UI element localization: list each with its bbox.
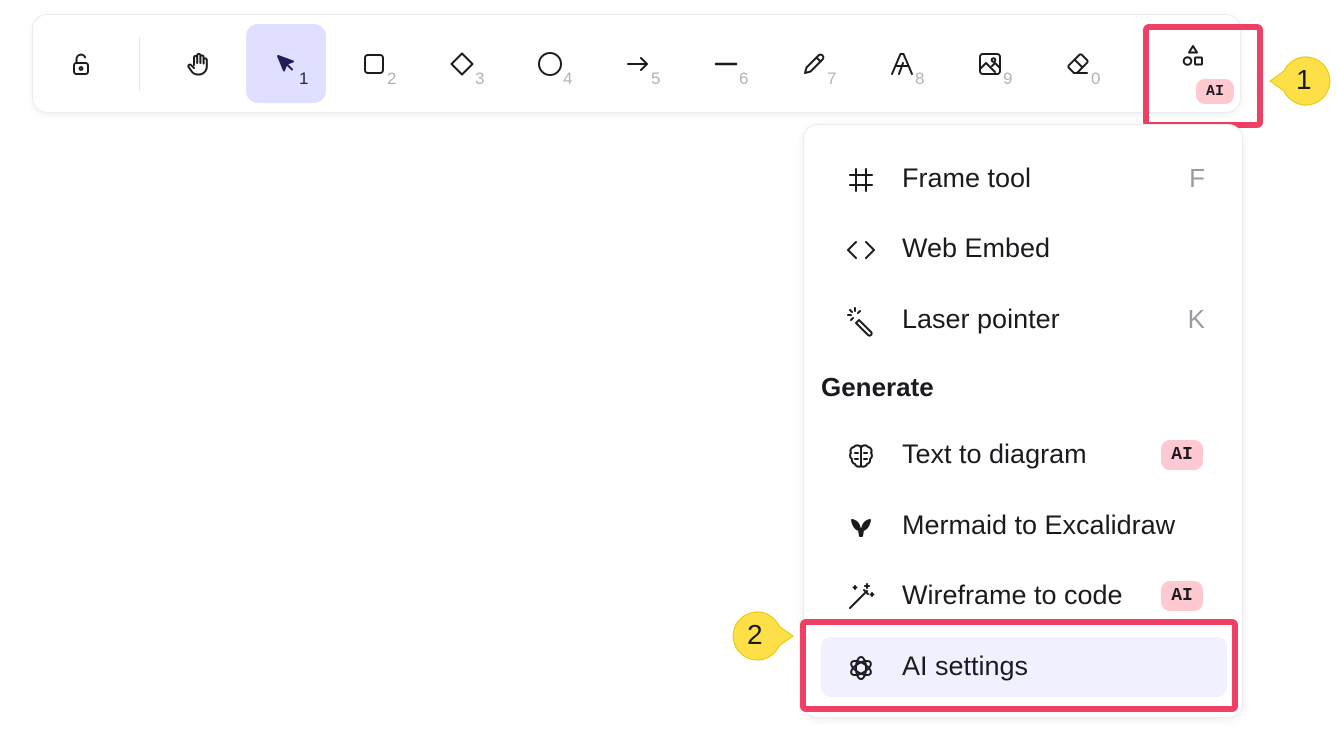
image-icon: [979, 52, 1001, 75]
lock-tool-button[interactable]: [41, 24, 121, 103]
menu-item-label: Web Embed: [902, 233, 1051, 263]
menu-item-label: Frame tool: [902, 163, 1032, 193]
hand-icon: [187, 52, 208, 75]
menu-item-web-embed[interactable]: Web Embed: [821, 219, 1227, 279]
magic-wand-icon: [849, 583, 875, 609]
menu-item-mermaid-to-excalidraw[interactable]: Mermaid to Excalidraw: [821, 496, 1227, 556]
ai-badge: AI: [1161, 440, 1203, 470]
tool-shortcut: 3: [475, 69, 485, 88]
line-tool-button[interactable]: 6: [686, 24, 766, 103]
toolbar-divider: [139, 37, 140, 91]
image-tool-button[interactable]: 9: [950, 24, 1030, 103]
rectangle-icon: [364, 53, 384, 74]
draw-tool-button[interactable]: 7: [774, 24, 854, 103]
menu-item-label: Mermaid to Excalidraw: [902, 510, 1176, 540]
tool-shortcut: 2: [387, 69, 397, 88]
laser-icon: [847, 307, 873, 337]
eraser-tool-button[interactable]: 0: [1038, 24, 1118, 103]
frame-icon: [849, 168, 873, 192]
tool-shortcut: 1: [299, 69, 309, 88]
menu-item-shortcut: K: [1187, 304, 1205, 334]
step-callout-1: 1: [1262, 54, 1334, 108]
menu-item-shortcut: F: [1189, 163, 1205, 193]
menu-item-frame-tool[interactable]: Frame tool F: [821, 149, 1227, 209]
tool-shortcut: 9: [1003, 69, 1013, 88]
callout-number: 1: [1296, 64, 1312, 95]
generate-section-title: Generate: [821, 372, 934, 402]
highlight-box-ai-settings: [800, 619, 1238, 712]
diamond-icon: [450, 52, 474, 75]
menu-item-wireframe-to-code[interactable]: Wireframe to code AI: [821, 566, 1227, 626]
hand-tool-button[interactable]: [158, 24, 238, 103]
tool-shortcut: 6: [739, 69, 749, 88]
tool-shortcut: 7: [827, 69, 837, 88]
ai-badge: AI: [1161, 581, 1203, 611]
rectangle-tool-button[interactable]: 2: [334, 24, 414, 103]
pencil-icon: [804, 53, 825, 74]
eraser-icon: [1067, 52, 1089, 74]
text-tool-button[interactable]: 8: [862, 24, 942, 103]
menu-item-text-to-diagram[interactable]: Text to diagram AI: [821, 425, 1227, 485]
embed-icon: [847, 241, 875, 259]
menu-item-laser-pointer[interactable]: Laser pointer K: [821, 290, 1227, 350]
arrow-tool-button[interactable]: 5: [598, 24, 678, 103]
main-toolbar: 1 2 3 4 5 6 7 8 9 0 AI: [33, 15, 1240, 112]
arrow-right-icon: [627, 56, 648, 71]
diamond-tool-button[interactable]: 3: [422, 24, 502, 103]
menu-item-label: Laser pointer: [902, 304, 1060, 334]
tool-shortcut: 5: [651, 69, 661, 88]
text-icon: [891, 52, 913, 75]
unlock-icon: [73, 53, 89, 75]
tool-shortcut: 0: [1091, 69, 1101, 88]
menu-item-label: Wireframe to code: [902, 580, 1123, 610]
highlight-box-more-tools: [1143, 24, 1263, 128]
brain-icon: [849, 444, 873, 468]
mermaid-icon: [851, 519, 871, 537]
pointer-arrow-icon: [277, 54, 294, 71]
menu-item-label: Text to diagram: [902, 439, 1087, 469]
tool-shortcut: 4: [563, 69, 573, 88]
callout-bubble-icon: [732, 611, 794, 661]
step-callout-2: 2: [727, 609, 801, 663]
tool-shortcut: 8: [915, 69, 925, 88]
circle-icon: [538, 51, 562, 76]
selection-tool-button[interactable]: 1: [246, 24, 326, 103]
ellipse-tool-button[interactable]: 4: [510, 24, 590, 103]
callout-number: 2: [747, 619, 763, 650]
line-icon: [714, 62, 738, 65]
